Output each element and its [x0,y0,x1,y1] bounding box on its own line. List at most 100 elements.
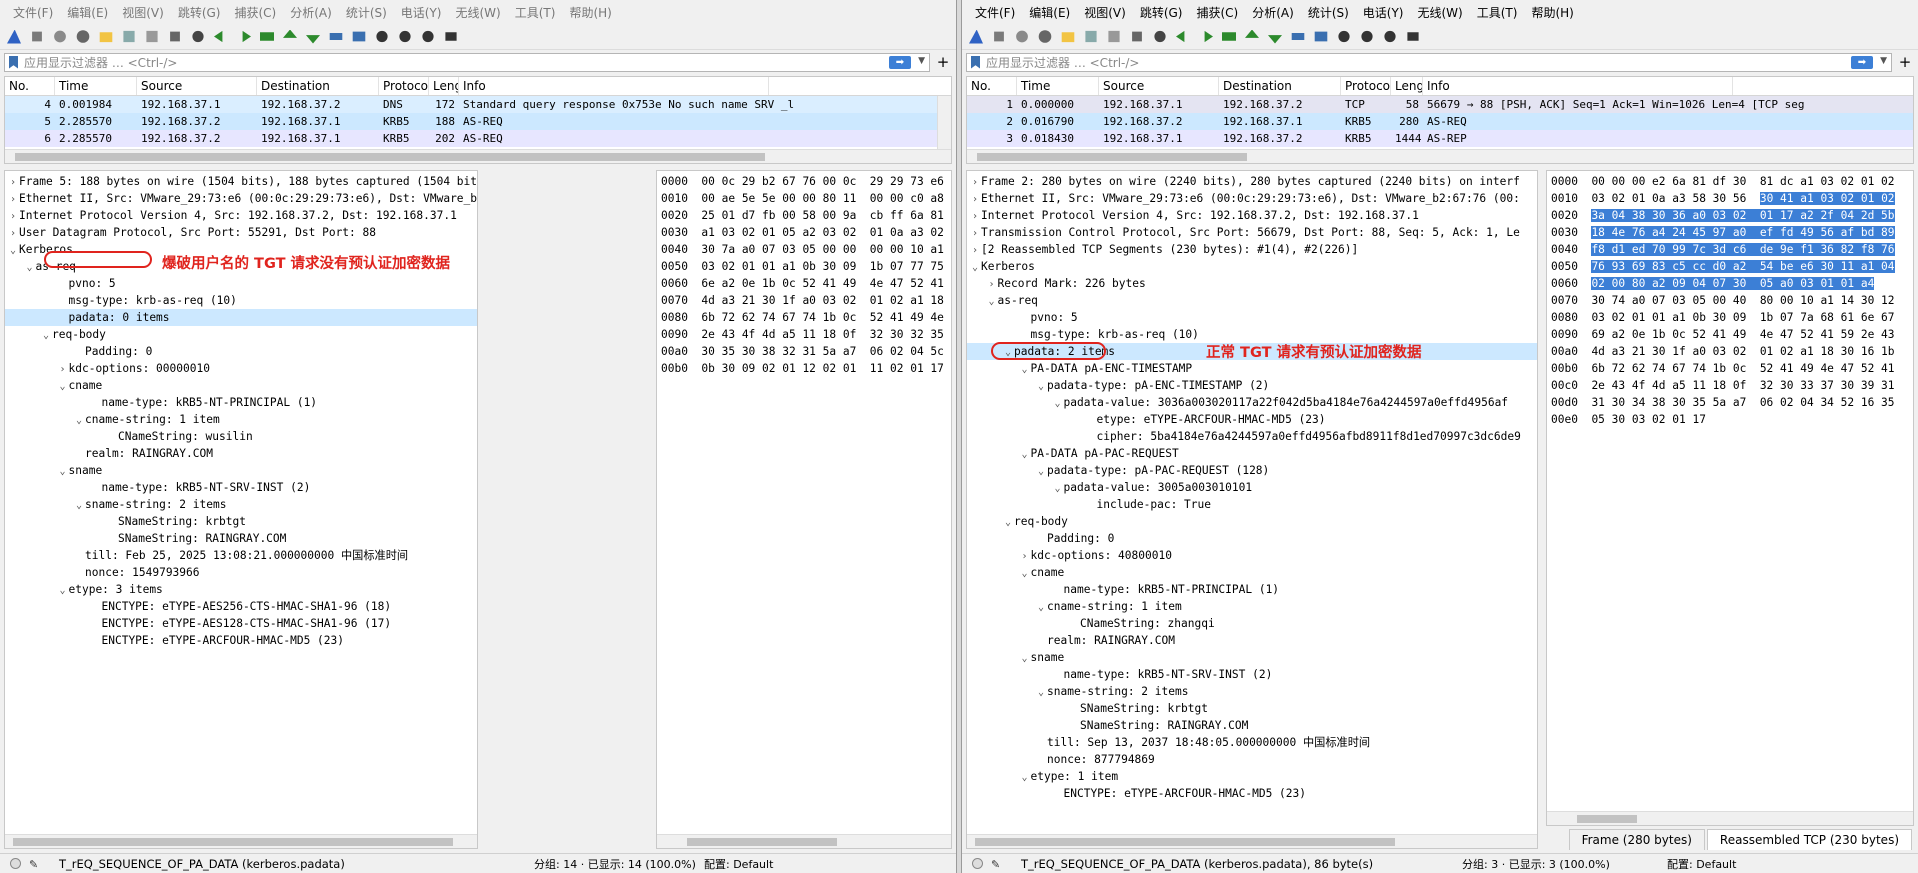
tree-node[interactable]: ⌄ req-body [5,326,477,343]
hex-line[interactable]: 0010 00 ae 5e 5e 00 00 80 11 00 00 c0 a8… [657,190,951,207]
expand-arrow-icon[interactable]: › [1019,548,1031,565]
zoom-in-icon[interactable] [1334,28,1354,46]
menu-item-7[interactable]: 电话(Y) [394,4,449,21]
tree-node[interactable]: ⌄ padata-value: 3005a003010101 [967,479,1537,496]
column-header[interactable]: Destination [257,77,379,95]
tree-node[interactable]: ⌄ Kerberos [967,258,1537,275]
resize-columns-icon[interactable] [1403,28,1423,46]
go-forward-icon[interactable] [234,28,254,46]
hex-line[interactable]: 00b0 0b 30 09 02 01 12 02 01 11 02 01 17 [657,360,951,377]
expand-arrow-icon[interactable]: › [57,361,69,378]
menu-item-0[interactable]: 文件(F) [6,4,60,21]
collapse-arrow-icon[interactable]: ⌄ [7,242,19,259]
close-file-icon[interactable] [1104,28,1124,46]
find-packet-icon[interactable] [188,28,208,46]
collapse-arrow-icon[interactable]: ⌄ [57,463,69,480]
hex-line[interactable]: 0070 30 74 a0 07 03 05 00 40 80 00 10 a1… [1547,292,1913,309]
menu-item-5[interactable]: 分析(A) [283,4,339,21]
go-back-icon[interactable] [211,28,231,46]
expand-arrow-icon[interactable]: › [969,191,981,208]
expand-arrow-icon[interactable]: › [7,174,19,191]
collapse-arrow-icon[interactable]: ⌄ [1035,378,1047,395]
hex-line[interactable]: 0030 a1 03 02 01 05 a2 03 02 01 0a a3 02… [657,224,951,241]
column-header[interactable]: Info [1423,77,1733,95]
menu-item-3[interactable]: 跳转(G) [171,4,228,21]
hex-line[interactable]: 00c0 2e 43 4f 4d a5 11 18 0f 32 30 33 37… [1547,377,1913,394]
packet-row[interactable]: 6 2.285570 192.168.37.2 192.168.37.1 KRB5 202… [5,130,951,147]
column-header[interactable]: No. [5,77,55,95]
tree-node[interactable]: ⌄ etype: 1 item [967,768,1537,785]
menu-item-6[interactable]: 统计(S) [1301,4,1356,21]
collapse-arrow-icon[interactable]: ⌄ [1035,463,1047,480]
expand-arrow-icon[interactable]: › [986,276,998,293]
hex-line[interactable]: 00d0 31 30 34 38 30 35 5a a7 06 02 04 34… [1547,394,1913,411]
bookmark-icon[interactable] [9,55,18,69]
shark-fin-start-icon[interactable] [966,28,986,46]
go-to-packet-icon[interactable] [1219,28,1239,46]
tree-node[interactable]: ⌄ PA-DATA pA-ENC-TIMESTAMP [967,360,1537,377]
tree-node[interactable]: cipher: 5ba4184e76a4244597a0effd4956afbd… [967,428,1537,445]
hex-line[interactable]: 0020 3a 04 38 30 36 a0 03 02 01 17 a2 2f… [1547,207,1913,224]
open-file-icon[interactable] [96,28,116,46]
open-file-icon[interactable] [1058,28,1078,46]
tree-node[interactable]: ⌄ padata-type: pA-PAC-REQUEST (128) [967,462,1537,479]
go-forward-icon[interactable] [1196,28,1216,46]
menu-item-9[interactable]: 工具(T) [1470,4,1525,21]
collapse-arrow-icon[interactable]: ⌄ [40,327,52,344]
collapse-arrow-icon[interactable]: ⌄ [969,259,981,276]
go-last-icon[interactable] [303,28,323,46]
go-back-icon[interactable] [1173,28,1193,46]
tree-node[interactable]: pvno: 5 [5,275,477,292]
hex-line[interactable]: 0000 00 00 00 e2 6a 81 df 30 81 dc a1 03… [1547,173,1913,190]
bookmark-icon[interactable] [971,55,980,69]
capture-options-icon[interactable] [73,28,93,46]
tree-node[interactable]: › Record Mark: 226 bytes [967,275,1537,292]
tree-node[interactable]: include-pac: True [967,496,1537,513]
menu-item-1[interactable]: 编辑(E) [1022,4,1077,21]
menu-item-0[interactable]: 文件(F) [968,4,1022,21]
hex-line[interactable]: 0040 f8 d1 ed 70 99 7c 3d c6 de 9e f1 36… [1547,241,1913,258]
tree-node[interactable]: name-type: kRB5-NT-SRV-INST (2) [5,479,477,496]
zoom-in-icon[interactable] [372,28,392,46]
expand-arrow-icon[interactable]: › [7,191,19,208]
tree-node[interactable]: › Ethernet II, Src: VMware_29:73:e6 (00:0… [5,190,477,207]
menu-item-5[interactable]: 分析(A) [1245,4,1301,21]
restart-capture-icon[interactable] [1012,28,1032,46]
tab-frame[interactable]: Frame (280 bytes) [1568,829,1705,850]
tree-node[interactable]: SNameString: RAINGRAY.COM [5,530,477,547]
collapse-arrow-icon[interactable]: ⌄ [73,497,85,514]
tree-node[interactable]: Padding: 0 [967,530,1537,547]
tab-reassembled-tcp[interactable]: Reassembled TCP (230 bytes) [1706,829,1912,850]
restart-capture-icon[interactable] [50,28,70,46]
tree-node[interactable]: ⌄ PA-DATA pA-PAC-REQUEST [967,445,1537,462]
tree-node[interactable]: till: Sep 13, 2037 18:48:05.000000000 中国… [967,734,1537,751]
tree-node[interactable]: ⌄ sname [5,462,477,479]
collapse-arrow-icon[interactable]: ⌄ [1019,650,1031,667]
packet-list-hscroll[interactable] [5,149,951,163]
tree-node[interactable]: › kdc-options: 40800010 [967,547,1537,564]
menu-item-4[interactable]: 捕获(C) [227,4,283,21]
tree-node[interactable]: ⌄ cname-string: 1 item [5,411,477,428]
packet-row[interactable]: 4 0.001984 192.168.37.1 192.168.37.2 DNS 172 S… [5,96,951,113]
expand-arrow-icon[interactable]: › [7,225,19,242]
filter-dropdown-icon[interactable]: ▼ [1880,56,1887,66]
tree-node[interactable]: ⌄ etype: 3 items [5,581,477,598]
tree-node[interactable]: › User Datagram Protocol, Src Port: 55291… [5,224,477,241]
go-last-icon[interactable] [1265,28,1285,46]
status-profile[interactable]: 配置: Default [1641,856,1736,872]
tree-node[interactable]: › Internet Protocol Version 4, Src: 192.1… [5,207,477,224]
display-filter-input[interactable]: 应用显示过滤器 … <Ctrl-/> ➡ ▼ [4,52,930,72]
add-filter-button[interactable]: + [1896,53,1914,71]
zoom-normal-icon[interactable] [1380,28,1400,46]
tree-node[interactable]: ⌄ padata-type: pA-ENC-TIMESTAMP (2) [967,377,1537,394]
menu-item-8[interactable]: 无线(W) [1411,4,1470,21]
collapse-arrow-icon[interactable]: ⌄ [1019,769,1031,786]
tree-node[interactable]: name-type: kRB5-NT-PRINCIPAL (1) [967,581,1537,598]
collapse-arrow-icon[interactable]: ⌄ [1035,684,1047,701]
column-header[interactable]: Protocol [1341,77,1391,95]
tree-node[interactable]: ENCTYPE: eTYPE-AES256-CTS-HMAC-SHA1-96 (… [5,598,477,615]
column-header[interactable]: Time [55,77,137,95]
tree-node[interactable]: name-type: kRB5-NT-PRINCIPAL (1) [5,394,477,411]
tree-node[interactable]: SNameString: RAINGRAY.COM [967,717,1537,734]
menu-item-4[interactable]: 捕获(C) [1189,4,1245,21]
